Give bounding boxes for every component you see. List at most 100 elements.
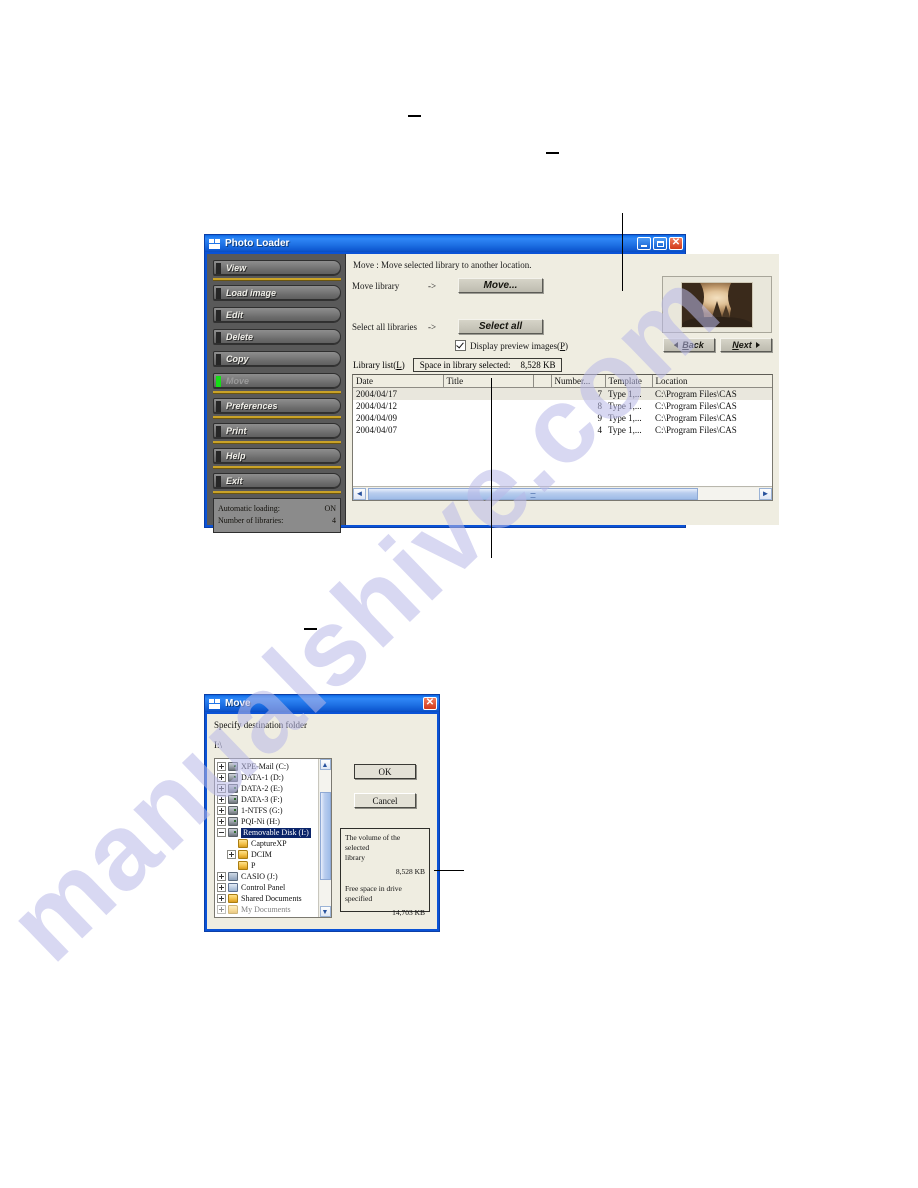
library-count-value: 4 — [332, 516, 336, 525]
sidebar-item-exit[interactable]: Exit — [213, 473, 341, 488]
folder-icon — [228, 905, 238, 914]
scrollbar-track[interactable] — [366, 487, 759, 500]
cell-location: C:\Program Files\CAS — [655, 401, 737, 411]
sidebar-divider — [213, 441, 341, 443]
callout-line-preview — [622, 213, 623, 291]
column-header-date[interactable]: Date — [353, 375, 444, 388]
tree-item-my-documents[interactable]: My Documents — [217, 904, 318, 915]
tree-item-control-panel[interactable]: Control Panel — [217, 882, 318, 893]
application-icon — [209, 238, 221, 250]
application-icon — [209, 698, 221, 710]
tree-item-data-1[interactable]: DATA-1 (D:) — [217, 772, 318, 783]
maximize-button[interactable] — [653, 237, 667, 250]
cell-location: C:\Program Files\CAS — [652, 387, 772, 400]
table-row[interactable]: 2004/04/07 4 Type 1,... C:\Program Files… — [353, 424, 772, 436]
sidebar-item-copy[interactable]: Copy — [213, 351, 341, 366]
sidebar-item-load-image[interactable]: Load image — [213, 285, 341, 300]
scroll-left-button[interactable]: ◄ — [353, 487, 366, 500]
tree-item-xpe-mail[interactable]: XPE-Mail (C:) — [217, 761, 318, 772]
tree-item-capturexp[interactable]: CaptureXP — [217, 838, 318, 849]
select-all-button[interactable]: Select all — [458, 319, 543, 334]
sidebar-item-view[interactable]: View — [213, 260, 341, 275]
cell-number: 7 — [551, 387, 605, 400]
display-preview-checkbox[interactable] — [455, 340, 466, 351]
table-header-row: Date Title Number... Template Location — [353, 375, 772, 388]
cell-date: 2004/04/09 — [356, 413, 398, 423]
folder-tree-view[interactable]: XPE-Mail (C:) DATA-1 (D:) DATA-2 (E:) DA… — [214, 758, 332, 918]
drive-icon — [228, 817, 238, 826]
scrollbar-track[interactable] — [319, 770, 331, 906]
move-button[interactable]: Move... — [458, 278, 543, 293]
scrollbar-thumb[interactable] — [368, 487, 699, 500]
expander-plus-icon[interactable] — [217, 795, 226, 804]
next-button[interactable]: Next — [720, 338, 772, 352]
expander-plus-icon[interactable] — [217, 806, 226, 815]
tree-item-1-ntfs[interactable]: 1-NTFS (G:) — [217, 805, 318, 816]
sidebar-item-label: Preferences — [226, 400, 278, 411]
tree-item-pqi-ni[interactable]: PQI-Ni (H:) — [217, 816, 318, 827]
sidebar-item-print[interactable]: Print — [213, 423, 341, 438]
expander-plus-icon[interactable] — [217, 773, 226, 782]
scroll-right-button[interactable]: ► — [759, 487, 772, 500]
tree-item-p[interactable]: P — [217, 860, 318, 871]
ok-button[interactable]: OK — [354, 764, 416, 779]
destination-path-value: I:\ — [214, 740, 222, 750]
tree-item-label: Control Panel — [241, 882, 286, 892]
cell-location: C:\Program Files\CAS — [655, 413, 737, 423]
scroll-down-button[interactable]: ▼ — [319, 906, 331, 917]
sidebar-item-label: Print — [226, 425, 247, 436]
sidebar-item-label: Delete — [226, 331, 254, 342]
horizontal-scrollbar[interactable]: ◄ ► — [353, 486, 772, 500]
sidebar-item-help[interactable]: Help — [213, 448, 341, 463]
expander-plus-icon[interactable] — [217, 905, 226, 914]
tree-item-data-2[interactable]: DATA-2 (E:) — [217, 783, 318, 794]
expander-plus-icon[interactable] — [217, 872, 226, 881]
expander-plus-icon[interactable] — [217, 817, 226, 826]
expander-plus-icon[interactable] — [217, 784, 226, 793]
tree-vertical-scrollbar[interactable]: ▲ ▼ — [318, 759, 331, 917]
tree-item-casio[interactable]: CASIO (J:) — [217, 871, 318, 882]
library-list-view[interactable]: Date Title Number... Template Location 2… — [352, 374, 773, 501]
minimize-button[interactable] — [637, 237, 651, 250]
table-row[interactable]: 2004/04/09 9 Type 1,... C:\Program Files… — [353, 412, 772, 424]
select-all-label: Select all libraries — [352, 321, 417, 332]
photo-loader-titlebar[interactable]: Photo Loader ✕ — [205, 235, 685, 252]
column-header-number[interactable]: Number... — [551, 375, 606, 388]
window-controls: ✕ — [423, 697, 437, 710]
sidebar-item-delete[interactable]: Delete — [213, 329, 341, 344]
preview-image-box — [662, 276, 772, 333]
expander-plus-icon[interactable] — [217, 883, 226, 892]
column-header-location[interactable]: Location — [652, 375, 772, 388]
tree-item-dcim[interactable]: DCIM — [217, 849, 318, 860]
back-button[interactable]: BBackack — [663, 338, 715, 352]
preview-thumbnail — [681, 281, 753, 328]
table-row[interactable]: 2004/04/17 7 Type 1,... C:\Program Files… — [353, 387, 772, 400]
move-library-arrow: -> — [428, 280, 437, 291]
expander-plus-icon[interactable] — [217, 894, 226, 903]
sidebar-item-label: Exit — [226, 475, 243, 486]
move-dialog-titlebar[interactable]: Move ✕ — [205, 695, 439, 712]
expander-plus-icon[interactable] — [227, 850, 236, 859]
column-header-title[interactable]: Title — [443, 375, 534, 388]
sidebar-item-edit[interactable]: Edit — [213, 307, 341, 322]
move-dialog-title: Move — [225, 698, 251, 709]
tree-item-data-3[interactable]: DATA-3 (F:) — [217, 794, 318, 805]
close-button[interactable]: ✕ — [669, 237, 683, 250]
tree-item-removable-disk[interactable]: Removable Disk (I:) — [217, 827, 318, 838]
cancel-button[interactable]: Cancel — [354, 793, 416, 808]
tree-item-shared-documents[interactable]: Shared Documents — [217, 893, 318, 904]
sidebar-item-move[interactable]: Move — [213, 373, 341, 388]
column-header-template[interactable]: Template — [605, 375, 653, 388]
sidebar-item-preferences[interactable]: Preferences — [213, 398, 341, 413]
specify-destination-label: Specify destination folder — [214, 720, 307, 730]
scrollbar-thumb[interactable] — [319, 792, 331, 880]
cell-location: C:\Program Files\CAS — [655, 425, 737, 435]
expander-minus-icon[interactable] — [217, 828, 226, 837]
tree-item-label: PQI-Ni (H:) — [241, 816, 280, 826]
volume-value: 8,528 KB — [395, 867, 425, 876]
expander-plus-icon[interactable] — [217, 762, 226, 771]
close-button[interactable]: ✕ — [423, 697, 437, 710]
column-header-blank[interactable] — [533, 375, 552, 388]
table-row[interactable]: 2004/04/12 8 Type 1,... C:\Program Files… — [353, 400, 772, 412]
scroll-up-button[interactable]: ▲ — [319, 759, 331, 770]
